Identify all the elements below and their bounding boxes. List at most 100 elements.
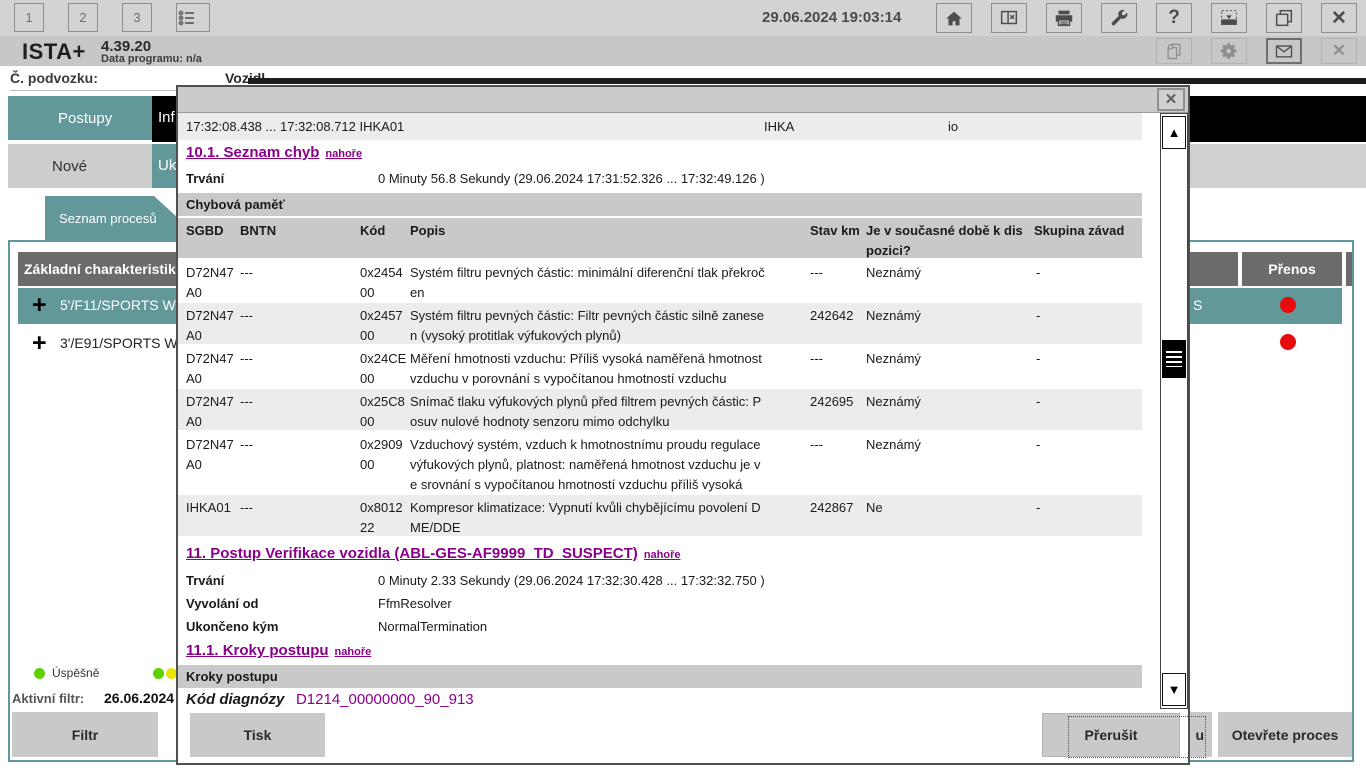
switch-windows-button[interactable] [1266,3,1302,33]
cell-popis: Měření hmotnosti vzduchu: Příliš vysoká … [410,349,810,389]
fault-memory-caption-bar: Chybová paměť [178,193,1142,216]
cell-skupina: - [1036,349,1140,369]
home-button[interactable] [936,3,972,33]
section-10-1-link[interactable]: 10.1. Seznam chyb [186,144,319,161]
column-header-prenos[interactable]: Přenos [1242,252,1342,286]
wrench-icon [1108,7,1130,29]
close-app-button[interactable]: ✕ [1321,3,1357,33]
cell-kod: 0x8012 22 [360,498,408,538]
scrollbar-thumb[interactable] [1162,340,1186,378]
data-program-value: n/a [186,53,202,65]
grip-icon [1166,351,1182,367]
close-operation-button[interactable] [991,3,1027,33]
log-ecu: IHKA [764,119,794,134]
divider [248,78,1366,84]
data-program-label: Data programu: [101,53,183,65]
log-status: io [948,119,958,134]
duration-value: 0 Minuty 2.33 Sekundy (29.06.2024 17:32:… [378,573,765,588]
tools-button[interactable] [1101,3,1137,33]
document-copy-icon [1164,41,1184,61]
close-disabled-button[interactable]: ✕ [1321,38,1357,64]
fault-row[interactable]: D72N47 A0 --- 0x2454 00 Systém filtru pe… [178,260,1142,303]
cell-kod: 0x25C8 00 [360,392,408,432]
cell-bntn: --- [240,349,358,369]
fault-row[interactable]: D72N47 A0 --- 0x2909 00 Vzduchový systém… [178,432,1142,495]
top-link[interactable]: nahoře [325,148,362,160]
top-link[interactable]: nahoře [335,646,372,658]
dialog-scrollbar[interactable]: ▲ ▼ [1160,113,1188,709]
cell-stav: --- [810,435,864,455]
tab-postupy[interactable]: Postupy [8,96,152,140]
filter-button[interactable]: Filtr [12,712,158,757]
duration-label: Trvání [186,171,224,186]
app-header: ISTA+ 4.39.20 Data programu: n/a ✕ [0,36,1366,66]
section-heading-10-1: 10.1. Seznam chyb nahoře [186,144,362,161]
expand-icon[interactable]: + [32,295,47,315]
tab-nove[interactable]: Nové [8,144,152,188]
abort-button[interactable]: Přerušit [1042,713,1180,757]
collapse-window-icon [1218,7,1240,29]
cell-bntn: --- [240,435,358,455]
scroll-up-button[interactable]: ▲ [1162,116,1186,149]
print-button[interactable] [1046,3,1082,33]
fault-row[interactable]: D72N47 A0 --- 0x25C8 00 Snímač tlaku výf… [178,389,1142,432]
cell-sgbd: IHKA01 [186,498,238,518]
dialog-titlebar[interactable] [178,87,1188,113]
workspace-tab-2[interactable]: 2 [68,3,98,32]
settings-button[interactable] [1211,38,1247,64]
expand-icon[interactable]: + [32,333,47,353]
diagnosis-code-value: D1214_00000000_90_913 [296,691,474,708]
cell-popis: Systém filtru pevných částic: Filtr pevn… [410,306,810,346]
cell-skupina: - [1036,435,1140,455]
top-link[interactable]: nahoře [644,549,681,561]
transfer-status-dot [1280,334,1296,350]
header-dispo: Je v současné době k dis pozici? [866,221,1032,261]
cell-kod: 0x2454 00 [360,263,408,303]
message-button[interactable] [1266,38,1302,64]
cell-sgbd: D72N47 A0 [186,349,238,389]
report-button[interactable] [1156,38,1192,64]
cell-kod: 0x2457 00 [360,306,408,346]
cell-skupina: - [1036,498,1140,518]
chassis-number-label: Č. podvozku: [10,70,182,91]
open-process-button[interactable]: Otevřete proces [1218,712,1352,757]
app-title: ISTA+ [22,39,86,65]
cell-stav: 242642 [810,306,864,326]
cell-skupina: - [1036,263,1140,283]
tab-seznam-procesu[interactable]: Seznam procesů [45,196,178,240]
print-protocol-button[interactable]: Tisk [190,713,325,757]
dialog-close-button[interactable]: ✕ [1157,88,1185,111]
steps-caption: Kroky postupu [186,669,278,684]
cell-popis: Kompresor klimatizace: Vypnutí kvůli chy… [410,498,810,538]
envelope-icon [1274,41,1294,61]
fault-row[interactable]: IHKA01 --- 0x8012 22 Kompresor klimatiza… [178,495,1142,538]
stacked-windows-icon [1273,7,1295,29]
section-heading-11-1: 11.1. Kroky postupu nahoře [186,642,371,659]
scroll-down-button[interactable]: ▼ [1162,673,1186,706]
header-bntn: BNTN [240,221,358,241]
header-skupina: Skupina závad [1034,221,1138,241]
fault-memory-caption: Chybová paměť [186,197,285,212]
active-filter-value: 26.06.2024 [104,690,174,706]
section-11-link[interactable]: 11. Postup Verifikace vozidla (ABL-GES-A… [186,545,638,562]
list-icon [177,8,209,28]
cell-stav: --- [810,349,864,369]
section-11-1-link[interactable]: 11.1. Kroky postupu [186,642,329,659]
header-stav-km: Stav km [810,221,864,241]
ended-by-value: NormalTermination [378,619,487,634]
minimize-panel-button[interactable] [1211,3,1247,33]
header-kod: Kód [360,221,408,241]
workspace-tab-1[interactable]: 1 [14,3,44,32]
fault-row[interactable]: D72N47 A0 --- 0x2457 00 Systém filtru pe… [178,303,1142,346]
workspace-tab-3[interactable]: 3 [122,3,152,32]
diagnosis-code-row: Kód diagnózy D1214_00000000_90_913 [186,691,1146,712]
cell-sgbd: D72N47 A0 [186,392,238,432]
close-icon: ✕ [1165,91,1178,108]
process-row-label: 3'/E91/SPORTS W [60,335,178,351]
session-list-button[interactable] [176,3,210,32]
close-icon: ✕ [1331,7,1347,30]
home-icon [943,7,965,29]
steps-caption-bar: Kroky postupu [178,665,1142,688]
help-button[interactable]: ? [1156,3,1192,33]
fault-row[interactable]: D72N47 A0 --- 0x24CE 00 Měření hmotnosti… [178,346,1142,389]
